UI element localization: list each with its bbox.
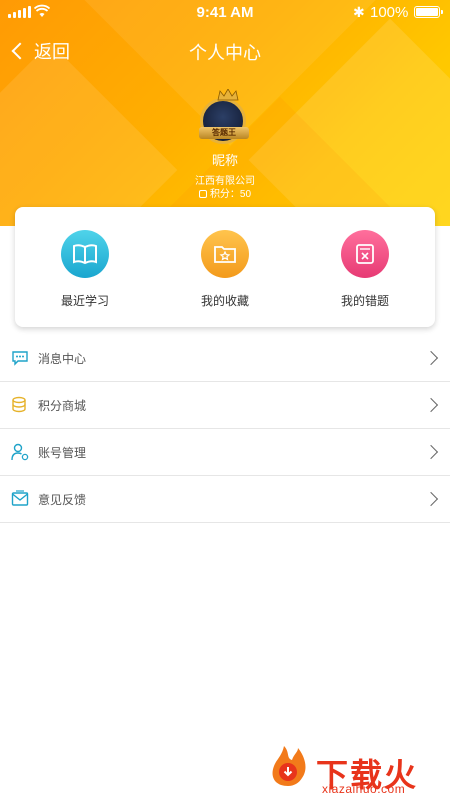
menu-list: 消息中心 积分商城 账号管理 意见反馈 bbox=[0, 335, 450, 523]
book-icon bbox=[61, 229, 109, 278]
battery-percent: 100% bbox=[370, 4, 409, 21]
recent-study-button[interactable]: 最近学习 bbox=[25, 229, 145, 309]
crown-icon bbox=[217, 89, 239, 101]
menu-item-label: 积分商城 bbox=[38, 398, 87, 413]
coins-icon bbox=[10, 395, 30, 415]
nickname: 昵称 bbox=[211, 153, 238, 168]
watermark: 下载火 xiazaihuo.com bbox=[240, 740, 450, 800]
account-icon bbox=[10, 442, 30, 462]
feedback-icon bbox=[10, 489, 30, 509]
menu-item-messages[interactable]: 消息中心 bbox=[0, 335, 450, 382]
status-bar: 9:41 AM ✱ 100% bbox=[0, 0, 450, 24]
menu-item-account[interactable]: 账号管理 bbox=[0, 429, 450, 476]
menu-item-feedback[interactable]: 意见反馈 bbox=[0, 476, 450, 523]
menu-item-label: 意见反馈 bbox=[38, 492, 87, 507]
recent-study-label: 最近学习 bbox=[60, 293, 109, 308]
wrong-questions-button[interactable]: 我的错题 bbox=[305, 229, 425, 309]
watermark-domain: xiazaihuo.com bbox=[322, 782, 406, 796]
avatar-badge: 答题王 bbox=[199, 127, 249, 139]
bluetooth-icon: ✱ bbox=[353, 4, 365, 20]
chevron-right-icon bbox=[423, 350, 439, 366]
avatar[interactable]: 答题王 bbox=[196, 88, 252, 150]
favorites-button[interactable]: 我的收藏 bbox=[165, 229, 285, 309]
wrong-book-icon bbox=[341, 229, 389, 278]
battery-icon bbox=[414, 6, 443, 18]
chevron-right-icon bbox=[423, 397, 439, 413]
favorites-label: 我的收藏 bbox=[200, 293, 249, 308]
menu-item-points-mall[interactable]: 积分商城 bbox=[0, 382, 450, 429]
chevron-right-icon bbox=[423, 444, 439, 460]
star-folder-icon bbox=[201, 229, 249, 278]
wrong-questions-label: 我的错题 bbox=[340, 293, 389, 308]
quick-actions-card: 最近学习 我的收藏 我的错题 bbox=[15, 207, 435, 327]
message-icon bbox=[10, 348, 30, 368]
profile-header: 9:41 AM ✱ 100% 返回 个人中心 答题王 昵称 江西有限公司 积分：… bbox=[0, 0, 450, 226]
menu-item-label: 消息中心 bbox=[38, 351, 87, 366]
chevron-right-icon bbox=[423, 491, 439, 507]
points-text: 积分：50 bbox=[209, 189, 252, 200]
menu-item-label: 账号管理 bbox=[38, 445, 87, 460]
points-balance: 积分：50 bbox=[0, 185, 450, 200]
page-title: 个人中心 bbox=[189, 43, 261, 63]
flame-logo-icon bbox=[272, 746, 306, 786]
points-icon bbox=[198, 190, 207, 198]
